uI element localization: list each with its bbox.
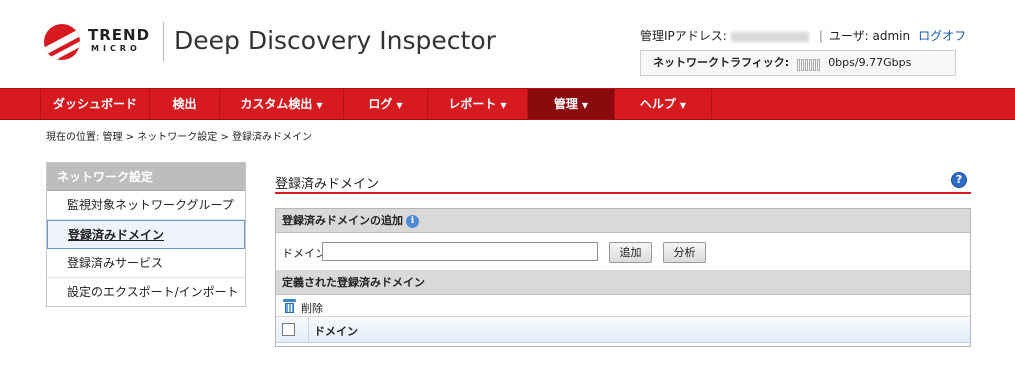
nav-detections[interactable]: 検出 [149,89,219,119]
nav-logs[interactable]: ログ ▼ [343,89,427,119]
trash-icon[interactable] [283,299,296,313]
sidebar-item-monitored-network-groups[interactable]: 監視対象ネットワークグループ [47,191,245,220]
info-icon[interactable]: i [406,214,419,228]
sidebar: ネットワーク設定 監視対象ネットワークグループ 登録済みドメイン 登録済みサービ… [46,162,246,307]
sidebar-item-registered-domains[interactable]: 登録済みドメイン [47,220,245,249]
nav-reports[interactable]: レポート ▼ [427,89,527,119]
nav-dashboard-label: ダッシュボード [52,97,137,111]
defined-section-title: 定義された登録済みドメイン [282,276,425,289]
nav-reports-label: レポート [448,97,497,111]
sidebar-item-export-import[interactable]: 設定のエクスポート/インポート [47,278,245,307]
nav-detections-label: 検出 [172,97,197,111]
traffic-value: 0bps/9.77Gbps [828,56,912,69]
help-icon[interactable]: ? [951,172,967,188]
trend-micro-logo-icon [44,24,80,60]
table-header: ドメイン [276,317,970,343]
chevron-down-icon: ▼ [316,101,323,110]
product-title: Deep Discovery Inspector [174,26,496,55]
chevron-down-icon: ▼ [581,101,589,110]
column-header-domain[interactable]: ドメイン [314,323,358,339]
chevron-down-icon: ▼ [679,101,687,110]
traffic-label: ネットワークトラフィック: [653,56,790,69]
logoff-link[interactable]: ログオフ [918,29,966,43]
defined-section-header: 定義された登録済みドメイン [276,271,970,295]
chevron-down-icon: ▼ [500,101,507,110]
add-section-title: 登録済みドメインの追加 [282,214,403,227]
add-section-header: 登録済みドメインの追加 i [276,209,970,233]
add-button[interactable]: 追加 [609,242,652,263]
mgmt-ip-label: 管理IPアドレス: [640,29,727,43]
sidebar-title: ネットワーク設定 [47,163,245,191]
header-divider [163,22,164,62]
domain-input[interactable] [322,242,598,261]
trend-micro-logo[interactable]: TREND MICRO [44,22,154,62]
nav-help-label: ヘルプ [639,97,676,111]
network-traffic-indicator: ネットワークトラフィック: 0bps/9.77Gbps [640,50,956,76]
table-toolbar: 削除 [276,295,970,317]
brand-name-sub: MICRO [91,44,141,53]
brand-name: TREND [88,26,151,44]
registered-domains-panel: 登録済みドメインの追加 i ドメイン: 追加 分析 定義された登録済みドメイン 削… [275,208,971,347]
breadcrumb: 現在の位置: 管理 > ネットワーク設定 > 登録済みドメイン [46,132,313,143]
page-title: 登録済みドメイン [275,177,380,192]
nav-administration[interactable]: 管理 ▼ [527,89,614,119]
nav-dashboard[interactable]: ダッシュボード [40,89,149,119]
nav-logs-label: ログ [368,97,393,111]
separator: | [818,29,823,43]
header: TREND MICRO Deep Discovery Inspector 管理I… [0,0,1015,88]
traffic-meter [796,56,821,71]
select-all-checkbox[interactable] [282,323,295,336]
add-domain-row: ドメイン: 追加 分析 [276,233,970,271]
mgmt-ip-value-redacted [730,31,809,42]
nav-custom-detections-label: カスタム検出 [240,97,313,111]
title-divider [275,192,971,194]
user-label: ユーザ: admin [828,29,911,43]
nav-custom-detections[interactable]: カスタム検出 ▼ [219,89,343,119]
nav-administration-label: 管理 [553,97,578,111]
chevron-down-icon: ▼ [396,101,403,110]
sidebar-item-registered-services[interactable]: 登録済みサービス [47,249,245,278]
analyze-button[interactable]: 分析 [663,242,706,263]
column-divider [308,317,309,343]
delete-button[interactable]: 削除 [301,300,323,316]
main-nav: ダッシュボード 検出 カスタム検出 ▼ ログ ▼ レポート ▼ 管理 ▼ ヘルプ ▼ [0,88,1015,120]
user-info: 管理IPアドレス: | ユーザ: admin ログオフ [640,27,966,44]
nav-help[interactable]: ヘルプ ▼ [614,89,712,119]
